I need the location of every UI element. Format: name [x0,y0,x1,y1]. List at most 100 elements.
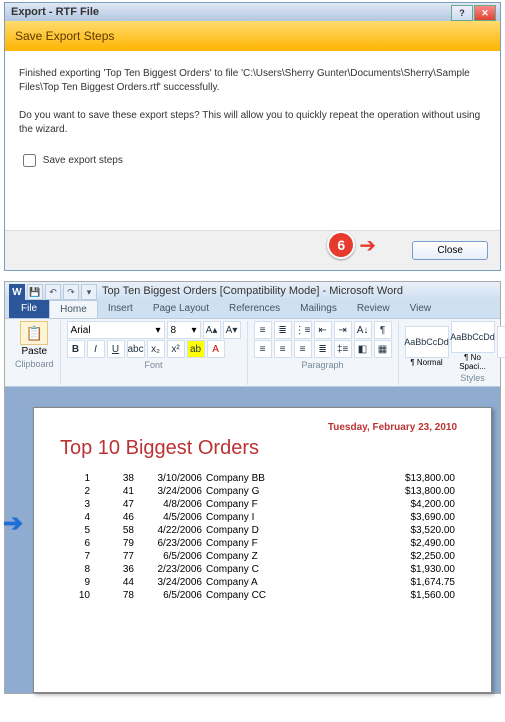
outdent-icon[interactable]: ⇤ [314,321,332,339]
group-clipboard-label: Clipboard [15,359,54,369]
tab-page-layout[interactable]: Page Layout [143,300,219,318]
highlight-icon[interactable]: ab [187,340,205,358]
dialog-message-1: Finished exporting 'Top Ten Biggest Orde… [19,67,486,95]
qat-dropdown-icon[interactable]: ▾ [81,284,97,300]
cell-id: 46 [92,511,136,524]
table-row: 10786/5/2006Company CC$1,560.00 [60,589,457,602]
cell-date: 3/10/2006 [136,472,204,485]
tab-references[interactable]: References [219,300,290,318]
shrink-font-icon[interactable]: A▾ [223,321,241,339]
dialog-title-text: Export - RTF File [11,6,99,18]
tab-insert[interactable]: Insert [98,300,143,318]
subscript-icon[interactable]: x₂ [147,340,165,358]
table-row: 5584/22/2006Company D$3,520.00 [60,524,457,537]
cell-id: 77 [92,550,136,563]
style-name: ¶ Normal [405,358,449,367]
close-icon[interactable]: ✕ [474,5,496,21]
cell-date: 4/8/2006 [136,498,204,511]
align-left-icon[interactable]: ≡ [254,340,272,358]
tab-view[interactable]: View [400,300,442,318]
save-icon[interactable]: 💾 [27,284,43,300]
cell-rank: 3 [60,498,92,511]
cell-company: Company I [204,511,341,524]
cell-company: Company CC [204,589,341,602]
cell-amount: $13,800.00 [341,485,457,498]
dialog-footer: 6 ➔ Close [5,230,500,270]
multilevel-icon[interactable]: ⋮≡ [294,321,312,339]
font-color-icon[interactable]: A [207,340,225,358]
group-styles-label: Styles [405,373,505,383]
strike-icon[interactable]: abc [127,340,145,358]
help-icon[interactable]: ? [451,5,473,21]
indent-icon[interactable]: ⇥ [334,321,352,339]
undo-icon[interactable]: ↶ [45,284,61,300]
close-button[interactable]: Close [412,241,488,260]
paste-label: Paste [21,346,47,357]
group-font: Arial▾ 8▾ A▴ A▾ B I U abc x₂ x² ab A Fon… [61,321,248,385]
tab-mailings[interactable]: Mailings [290,300,347,318]
line-spacing-icon[interactable]: ‡≡ [334,340,352,358]
show-marks-icon[interactable]: ¶ [374,321,392,339]
font-name-combo[interactable]: Arial▾ [67,321,165,339]
document-page: Tuesday, February 23, 2010 Top 10 Bigges… [33,407,492,693]
superscript-icon[interactable]: x² [167,340,185,358]
cell-date: 6/5/2006 [136,589,204,602]
style-heading[interactable]: AaE Headin [497,326,505,367]
grow-font-icon[interactable]: A▴ [203,321,221,339]
cell-amount: $13,800.00 [341,472,457,485]
window-buttons: ? ✕ [451,5,496,21]
style-name: Headin [497,358,505,367]
font-size-combo[interactable]: 8▾ [167,321,201,339]
cell-rank: 8 [60,563,92,576]
tab-review[interactable]: Review [347,300,400,318]
underline-icon[interactable]: U [107,340,125,358]
align-right-icon[interactable]: ≡ [294,340,312,358]
table-row: 8362/23/2006Company C$1,930.00 [60,563,457,576]
sort-icon[interactable]: A↓ [354,321,372,339]
cell-id: 44 [92,576,136,589]
cell-rank: 10 [60,589,92,602]
cell-rank: 5 [60,524,92,537]
align-center-icon[interactable]: ≡ [274,340,292,358]
dialog-banner: Save Export Steps [5,21,500,51]
save-steps-checkbox[interactable] [23,154,36,167]
tab-file[interactable]: File [9,300,49,318]
cell-id: 38 [92,472,136,485]
cell-amount: $3,520.00 [341,524,457,537]
cell-rank: 6 [60,537,92,550]
table-row: 1383/10/2006Company BB$13,800.00 [60,472,457,485]
bold-icon[interactable]: B [67,340,85,358]
cell-amount: $1,674.75 [341,576,457,589]
orders-table: 1383/10/2006Company BB$13,800.002413/24/… [60,472,457,602]
shading-icon[interactable]: ◧ [354,340,372,358]
tab-home[interactable]: Home [49,300,98,318]
table-row: 6796/23/2006Company F$2,490.00 [60,537,457,550]
cell-company: Company BB [204,472,341,485]
borders-icon[interactable]: ▦ [374,340,392,358]
numbering-icon[interactable]: ≣ [274,321,292,339]
table-row: 4464/5/2006Company I$3,690.00 [60,511,457,524]
justify-icon[interactable]: ≣ [314,340,332,358]
redo-icon[interactable]: ↷ [63,284,79,300]
paste-button[interactable]: 📋 Paste [15,321,54,357]
style-normal[interactable]: AaBbCcDd ¶ Normal [405,326,449,367]
ribbon-tabs: File Home Insert Page Layout References … [5,300,500,318]
cell-amount: $1,930.00 [341,563,457,576]
bullets-icon[interactable]: ≡ [254,321,272,339]
export-dialog: Export - RTF File ? ✕ Save Export Steps … [4,2,501,271]
callout-badge: 6 [327,231,355,259]
cell-company: Company F [204,498,341,511]
chevron-down-icon: ▾ [156,325,161,336]
style-preview: AaBbCcDd [451,321,495,353]
table-row: 2413/24/2006Company G$13,800.00 [60,485,457,498]
cell-id: 58 [92,524,136,537]
style-no-spacing[interactable]: AaBbCcDd ¶ No Spaci... [451,321,495,371]
chevron-down-icon: ▾ [192,325,197,336]
table-row: 3474/8/2006Company F$4,200.00 [60,498,457,511]
italic-icon[interactable]: I [87,340,105,358]
blue-arrow-icon: ➔ [3,509,23,538]
cell-company: Company G [204,485,341,498]
save-steps-label: Save export steps [43,155,123,166]
cell-amount: $3,690.00 [341,511,457,524]
cell-date: 4/5/2006 [136,511,204,524]
